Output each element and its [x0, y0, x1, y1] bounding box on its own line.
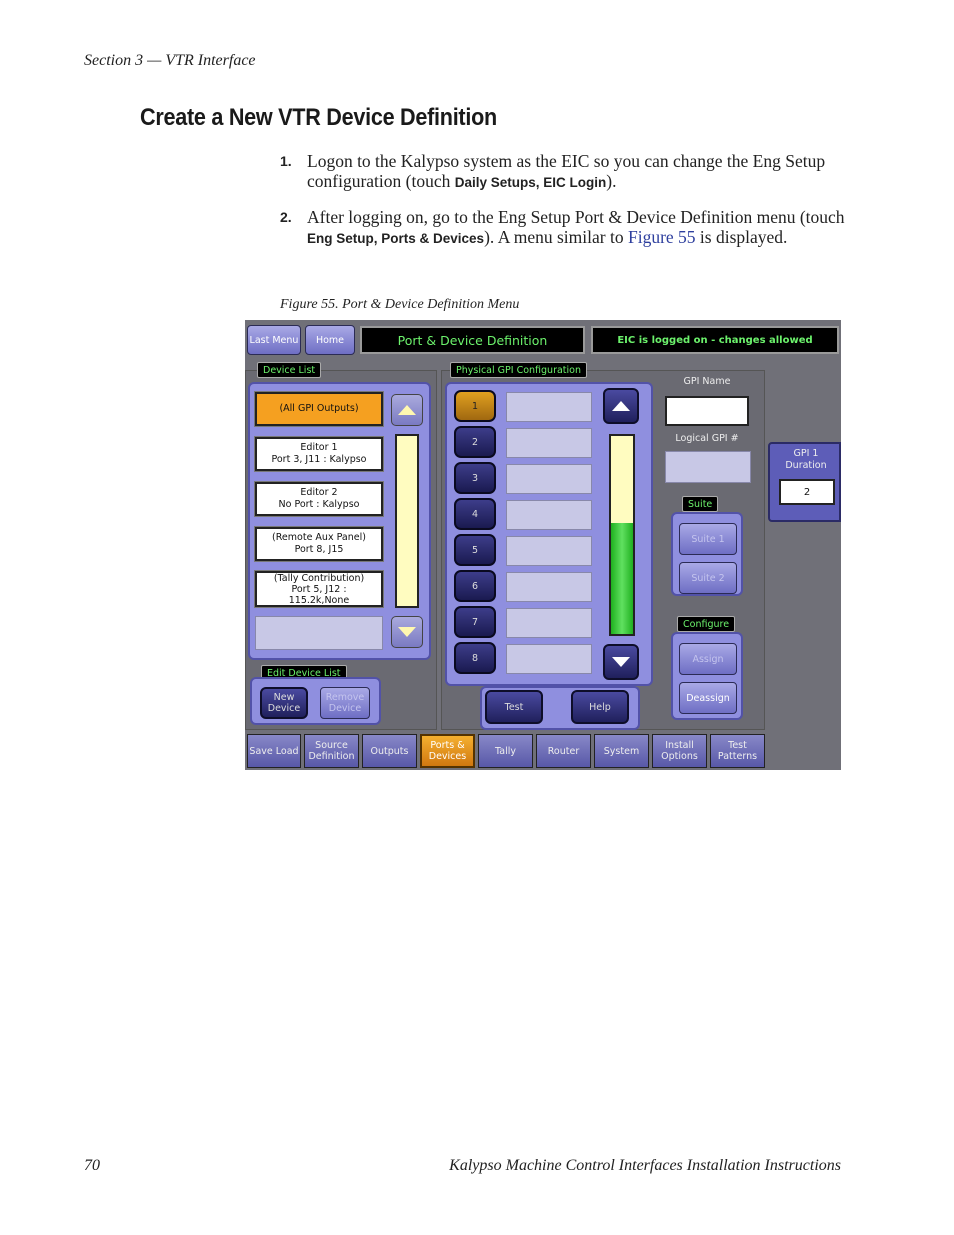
tab-router[interactable]: Router	[536, 734, 591, 768]
figure-caption: Figure 55. Port & Device Definition Menu	[280, 297, 520, 312]
device-list-item[interactable]: (Remote Aux Panel) Port 8, J15	[254, 526, 384, 562]
device-list-item[interactable]: Editor 2 No Port : Kalypso	[254, 481, 384, 517]
arrow-up-icon	[612, 401, 630, 411]
keyword: Eng Setup	[307, 231, 374, 246]
gpi-number-button[interactable]: 8	[454, 642, 496, 674]
step-text-b: ). A menu similar to	[484, 227, 628, 247]
deassign-button[interactable]: Deassign	[679, 682, 737, 714]
tab-save-load[interactable]: Save Load	[247, 734, 301, 768]
tab-test-patterns[interactable]: Test Patterns	[710, 734, 765, 768]
gpi-field[interactable]	[506, 644, 592, 674]
step-text: Logon to the Kalypso system as the EIC s…	[307, 151, 847, 193]
gpi-field[interactable]	[506, 500, 592, 530]
section-header: Section 3 — VTR Interface	[84, 52, 256, 69]
step-number: 1.	[280, 153, 292, 169]
remove-device-button[interactable]: Remove Device	[320, 687, 370, 719]
tab-tally[interactable]: Tally	[478, 734, 533, 768]
step-number: 2.	[280, 209, 292, 225]
keyword: Daily Setups	[454, 175, 536, 190]
port-device-definition-menu: Last Menu Home Port & Device Definition …	[245, 320, 841, 770]
scroll-down-button[interactable]	[391, 616, 423, 648]
page-number: 70	[84, 1157, 100, 1174]
arrow-down-icon	[398, 627, 416, 637]
gpi-scroll-down-button[interactable]	[603, 644, 639, 680]
home-button[interactable]: Home	[305, 325, 355, 355]
gpi-number-button[interactable]: 4	[454, 498, 496, 530]
gpi-field[interactable]	[506, 392, 592, 422]
device-list-item[interactable]: (All GPI Outputs)	[254, 391, 384, 427]
step-text-a: After logging on, go to the Eng Setup Po…	[307, 207, 845, 227]
gpi-number-button[interactable]: 7	[454, 606, 496, 638]
gpi-number-button[interactable]: 6	[454, 570, 496, 602]
configure-label: Configure	[677, 616, 736, 632]
keyword: Ports & Devices	[381, 231, 485, 246]
device-list-empty-slot[interactable]	[255, 616, 383, 650]
gpi-field[interactable]	[506, 464, 592, 494]
gpi-number-button[interactable]: 1	[454, 390, 496, 422]
keyword: EIC Login	[543, 175, 607, 190]
gpi-name-input[interactable]	[665, 396, 749, 426]
suite-label: Suite	[682, 496, 719, 512]
step-text-c: is displayed.	[695, 227, 788, 247]
gpi-field[interactable]	[506, 608, 592, 638]
physical-gpi-label: Physical GPI Configuration	[450, 362, 588, 378]
assign-button[interactable]: Assign	[679, 643, 737, 675]
step-text: After logging on, go to the Eng Setup Po…	[307, 207, 847, 249]
tab-source-definition[interactable]: Source Definition	[304, 734, 359, 768]
gpi-scrollbar[interactable]	[609, 434, 635, 636]
gpi-number-button[interactable]: 3	[454, 462, 496, 494]
logical-gpi-label: Logical GPI #	[675, 433, 739, 444]
tab-install-options[interactable]: Install Options	[652, 734, 707, 768]
footer-doc-title: Kalypso Machine Control Interfaces Insta…	[449, 1157, 841, 1174]
device-list-label: Device List	[257, 362, 322, 378]
logical-gpi-field[interactable]	[665, 451, 751, 483]
gpi-number-button[interactable]: 5	[454, 534, 496, 566]
suite1-button[interactable]: Suite 1	[679, 523, 737, 555]
figure-link[interactable]: Figure 55	[628, 227, 696, 247]
device-list-item[interactable]: (Tally Contribution) Port 5, J12 :115.2k,…	[254, 570, 384, 608]
new-device-button[interactable]: New Device	[260, 687, 308, 719]
gpi-duration-value[interactable]: 2	[779, 479, 835, 505]
device-list-scrollbar[interactable]	[395, 434, 419, 608]
menu-title: Port & Device Definition	[360, 326, 585, 354]
gpi-number-button[interactable]: 2	[454, 426, 496, 458]
test-button[interactable]: Test	[485, 690, 543, 724]
gpi-name-label: GPI Name	[683, 376, 731, 387]
gpi-duration-label: GPI 1 Duration	[785, 448, 827, 471]
tab-ports-devices[interactable]: Ports & Devices	[420, 734, 475, 768]
gpi-field[interactable]	[506, 572, 592, 602]
scroll-up-button[interactable]	[391, 394, 423, 426]
device-list-item[interactable]: Editor 1 Port 3, J11 : Kalypso	[254, 436, 384, 472]
gpi-field[interactable]	[506, 536, 592, 566]
tab-outputs[interactable]: Outputs	[362, 734, 417, 768]
gpi-scrollbar-thumb[interactable]	[611, 523, 633, 634]
status-badge: EIC is logged on - changes allowed	[591, 326, 839, 354]
arrow-up-icon	[398, 405, 416, 415]
suite2-button[interactable]: Suite 2	[679, 562, 737, 594]
tab-system[interactable]: System	[594, 734, 649, 768]
page-title: Create a New VTR Device Definition	[140, 104, 497, 131]
help-button[interactable]: Help	[571, 690, 629, 724]
gpi-field[interactable]	[506, 428, 592, 458]
gpi-scroll-up-button[interactable]	[603, 388, 639, 424]
last-menu-button[interactable]: Last Menu	[247, 325, 301, 355]
step-text-b: ).	[606, 171, 617, 191]
arrow-down-icon	[612, 657, 630, 667]
